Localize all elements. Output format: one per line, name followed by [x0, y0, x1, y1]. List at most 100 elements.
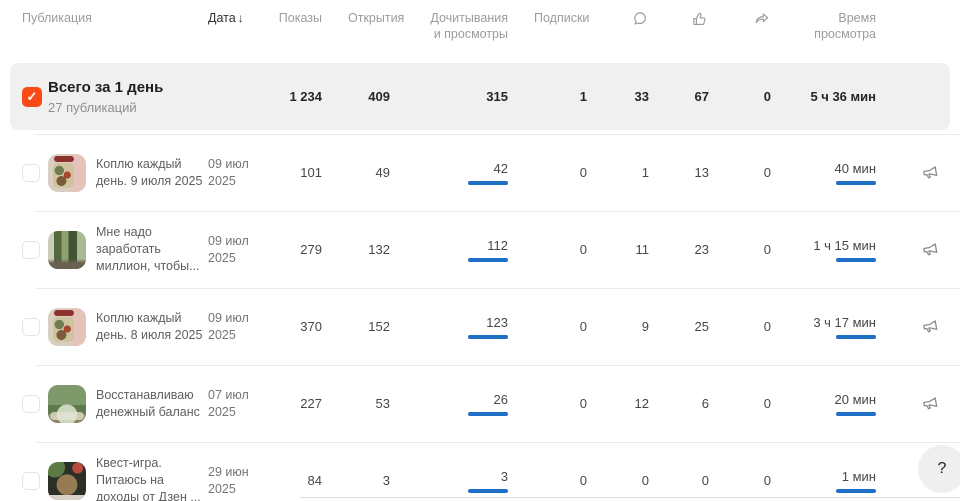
- shares-value: 0: [735, 165, 797, 180]
- likes-value: 25: [675, 319, 735, 334]
- view-time-bar: [836, 258, 876, 262]
- thumbs-up-icon: [691, 10, 709, 32]
- row-checkbox[interactable]: [22, 395, 40, 413]
- publications-list: Коплю каждый день. 9 июля 2025 09 июл202…: [0, 134, 960, 501]
- reads-value: 112: [416, 238, 534, 262]
- opens-value: 132: [348, 242, 416, 257]
- publication-thumbnail[interactable]: [48, 231, 86, 269]
- promote-button[interactable]: [921, 315, 941, 338]
- publication-title[interactable]: Коплю каждый день. 8 июля 2025: [96, 310, 208, 344]
- reads-value: 42: [416, 161, 534, 185]
- summary-row: ✓ Всего за 1 день 27 публикаций 1 234 40…: [0, 63, 960, 130]
- shares-value: 0: [735, 396, 797, 411]
- row-checkbox[interactable]: [22, 318, 40, 336]
- col-header-shows[interactable]: Показы: [278, 10, 348, 26]
- subscriptions-value: 0: [534, 396, 613, 411]
- row-checkbox[interactable]: [22, 241, 40, 259]
- opens-value: 53: [348, 396, 416, 411]
- summary-opens: 409: [348, 89, 416, 104]
- likes-value: 0: [675, 473, 735, 488]
- likes-value: 13: [675, 165, 735, 180]
- shows-value: 101: [278, 165, 348, 180]
- publication-title[interactable]: Коплю каждый день. 9 июля 2025: [96, 156, 208, 190]
- view-time-value: 1 ч 15 мин: [797, 238, 902, 262]
- col-header-publication[interactable]: Публикация: [0, 10, 208, 26]
- shows-value: 227: [278, 396, 348, 411]
- view-time-value: 3 ч 17 мин: [797, 315, 902, 339]
- row-checkbox[interactable]: [22, 472, 40, 490]
- shows-value: 370: [278, 319, 348, 334]
- table-header: Публикация Дата↓ Показы Открытия Дочитыв…: [0, 0, 960, 63]
- publication-date: 09 июл2025: [208, 310, 278, 344]
- subscriptions-value: 0: [534, 473, 613, 488]
- col-header-date[interactable]: Дата↓: [208, 10, 278, 27]
- reads-bar: [468, 489, 508, 493]
- comments-value: 12: [613, 396, 675, 411]
- publication-title[interactable]: Квест-игра. Питаюсь на доходы от Дзен ..…: [96, 455, 208, 501]
- reads-bar: [468, 335, 508, 339]
- publication-date: 09 июл2025: [208, 156, 278, 190]
- view-time-value: 20 мин: [797, 392, 902, 416]
- shares-value: 0: [735, 319, 797, 334]
- publication-thumbnail[interactable]: [48, 462, 86, 500]
- publication-thumbnail[interactable]: [48, 308, 86, 346]
- promote-button[interactable]: [921, 392, 941, 415]
- publications-stats-page: Публикация Дата↓ Показы Открытия Дочитыв…: [0, 0, 960, 501]
- publication-thumbnail[interactable]: [48, 385, 86, 423]
- col-header-subscriptions[interactable]: Подписки: [534, 10, 613, 26]
- shares-value: 0: [735, 473, 797, 488]
- col-header-likes[interactable]: [675, 10, 735, 32]
- summary-shares: 0: [735, 89, 797, 104]
- summary-title: Всего за 1 день: [48, 78, 278, 98]
- view-time-bar: [836, 181, 876, 185]
- comments-value: 9: [613, 319, 675, 334]
- bottom-divider: [300, 497, 960, 498]
- publication-title[interactable]: Мне надо заработать миллион, чтобы...: [96, 224, 208, 275]
- summary-likes: 67: [675, 89, 735, 104]
- sort-arrow-icon: ↓: [238, 11, 244, 25]
- select-all-checkbox[interactable]: ✓: [22, 87, 42, 107]
- publication-thumbnail[interactable]: [48, 154, 86, 192]
- comments-value: 1: [613, 165, 675, 180]
- col-header-reads[interactable]: Дочитыванияи просмотры: [416, 10, 534, 43]
- comments-value: 0: [613, 473, 675, 488]
- summary-reads: 315: [416, 89, 534, 104]
- megaphone-icon: [921, 161, 941, 184]
- reads-bar: [468, 258, 508, 262]
- summary-comments: 33: [613, 89, 675, 104]
- shares-value: 0: [735, 242, 797, 257]
- table-row: Коплю каждый день. 8 июля 2025 09 июл202…: [0, 288, 960, 365]
- view-time-bar: [836, 412, 876, 416]
- row-checkbox[interactable]: [22, 164, 40, 182]
- shows-value: 84: [278, 473, 348, 488]
- view-time-bar: [836, 489, 876, 493]
- col-header-shares[interactable]: [735, 10, 797, 32]
- comments-value: 11: [613, 242, 675, 257]
- summary-subscriptions: 1: [534, 89, 613, 104]
- table-row: Восстанавливаю денежный баланс 07 июл202…: [0, 365, 960, 442]
- opens-value: 3: [348, 473, 416, 488]
- col-header-view-time[interactable]: Времяпросмотра: [797, 10, 902, 43]
- subscriptions-value: 0: [534, 242, 613, 257]
- likes-value: 6: [675, 396, 735, 411]
- publication-date: 07 июл2025: [208, 387, 278, 421]
- reads-value: 3: [416, 469, 534, 493]
- reads-bar: [468, 181, 508, 185]
- comment-icon: [631, 10, 649, 32]
- opens-value: 152: [348, 319, 416, 334]
- col-header-comments[interactable]: [613, 10, 675, 32]
- shows-value: 279: [278, 242, 348, 257]
- col-header-opens[interactable]: Открытия: [348, 10, 416, 26]
- help-button[interactable]: ?: [918, 445, 960, 493]
- likes-value: 23: [675, 242, 735, 257]
- publication-date: 09 июл2025: [208, 233, 278, 267]
- summary-view-time: 5 ч 36 мин: [797, 89, 902, 104]
- publication-title[interactable]: Восстанавливаю денежный баланс: [96, 387, 208, 421]
- summary-shows: 1 234: [278, 89, 348, 104]
- view-time-value: 1 мин: [797, 469, 902, 493]
- summary-subtitle: 27 публикаций: [48, 100, 278, 115]
- promote-button[interactable]: [921, 238, 941, 261]
- share-icon: [753, 10, 771, 32]
- reads-value: 26: [416, 392, 534, 416]
- promote-button[interactable]: [921, 161, 941, 184]
